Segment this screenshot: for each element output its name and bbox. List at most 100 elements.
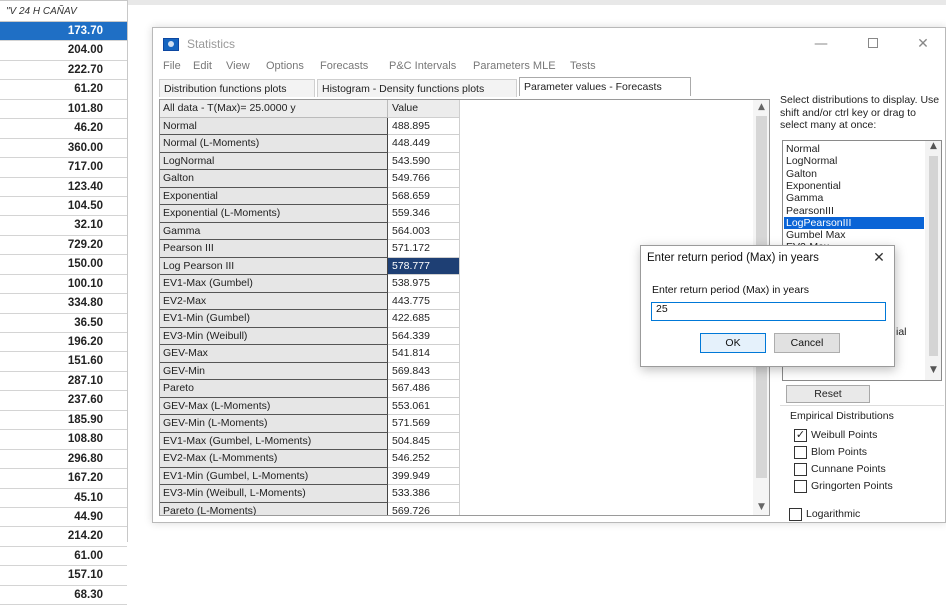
forecast-value-cell[interactable]: 448.449 — [388, 135, 460, 153]
sheet-cell[interactable]: 185.90 — [0, 411, 127, 431]
distribution-name-cell[interactable]: GEV-Min — [160, 362, 388, 380]
sheet-cell[interactable]: 222.70 — [0, 61, 127, 81]
forecast-value-cell[interactable]: 571.569 — [388, 415, 460, 433]
distribution-list-item[interactable]: Normal — [784, 143, 924, 155]
menu-file[interactable]: File — [163, 60, 181, 72]
table-row[interactable]: Normal (L-Moments) 448.449 — [160, 135, 464, 153]
table-row[interactable]: Pearson III 571.172 — [160, 240, 464, 258]
table-row[interactable]: EV2-Max (L-Momments) 546.252 — [160, 450, 464, 468]
tab-histogram-density[interactable]: Histogram - Density functions plots — [317, 79, 517, 97]
table-row[interactable]: EV1-Max (Gumbel) 538.975 — [160, 275, 464, 293]
return-period-input[interactable]: 25 — [651, 302, 886, 321]
menu-parameters-mle[interactable]: Parameters MLE — [473, 60, 556, 72]
distribution-name-cell[interactable]: Pearson III — [160, 240, 388, 258]
distribution-name-cell[interactable]: Exponential — [160, 187, 388, 205]
forecast-value-cell[interactable]: 571.172 — [388, 240, 460, 258]
list-scroll-up-icon[interactable]: ▲ — [925, 141, 941, 151]
forecast-value-cell[interactable]: 553.061 — [388, 397, 460, 415]
column-header[interactable]: "V 24 H CAÑAV — [0, 0, 127, 22]
table-row[interactable]: GEV-Min (L-Moments) 571.569 — [160, 415, 464, 433]
minimize-button[interactable]: — — [806, 34, 836, 54]
sheet-cell[interactable]: 173.70 — [0, 22, 127, 42]
menu-options[interactable]: Options — [266, 60, 304, 72]
forecast-value-cell[interactable]: 422.685 — [388, 310, 460, 328]
sheet-cell[interactable]: 44.90 — [0, 508, 127, 528]
distribution-name-cell[interactable]: Normal (L-Moments) — [160, 135, 388, 153]
list-scrollbar[interactable]: ▲ ▼ — [925, 141, 941, 380]
checkbox-box[interactable] — [794, 446, 807, 459]
distribution-list-item[interactable]: Gamma — [784, 192, 924, 204]
distribution-name-cell[interactable]: GEV-Min (L-Moments) — [160, 415, 388, 433]
tab-distribution-plots[interactable]: Distribution functions plots — [159, 79, 315, 97]
sheet-cell[interactable]: 46.20 — [0, 119, 127, 139]
table-row[interactable]: Pareto (L-Moments) 569.726 — [160, 502, 464, 515]
close-button[interactable]: ✕ — [908, 34, 938, 54]
forecast-value-cell[interactable]: 568.659 — [388, 187, 460, 205]
sheet-cell[interactable]: 32.10 — [0, 216, 127, 236]
forecast-value-cell[interactable]: 578.777 — [388, 257, 460, 275]
table-row[interactable]: LogNormal 543.590 — [160, 152, 464, 170]
table-row[interactable]: EV3-Min (Weibull, L-Moments) 533.386 — [160, 485, 464, 503]
sheet-cell[interactable]: 100.10 — [0, 275, 127, 295]
distribution-name-cell[interactable]: EV2-Max (L-Momments) — [160, 450, 388, 468]
distribution-name-cell[interactable]: GEV-Max (L-Moments) — [160, 397, 388, 415]
distribution-name-cell[interactable]: EV2-Max — [160, 292, 388, 310]
table-row[interactable]: Galton 549.766 — [160, 170, 464, 188]
sheet-cell[interactable]: 101.80 — [0, 100, 127, 120]
distribution-name-cell[interactable]: EV1-Max (Gumbel) — [160, 275, 388, 293]
sheet-cell[interactable]: 157.10 — [0, 566, 127, 586]
sheet-cell[interactable]: 151.60 — [0, 352, 127, 372]
sheet-cell[interactable]: 61.20 — [0, 80, 127, 100]
checkmark-icon[interactable]: ✓ — [794, 429, 807, 442]
checkbox-box[interactable] — [794, 480, 807, 493]
reset-button[interactable]: Reset — [786, 385, 870, 403]
sheet-cell[interactable]: 68.30 — [0, 586, 127, 605]
forecast-value-cell[interactable]: 533.386 — [388, 485, 460, 503]
distribution-name-cell[interactable]: EV3-Min (Weibull, L-Moments) — [160, 485, 388, 503]
tab-parameter-values[interactable]: Parameter values - Forecasts — [519, 77, 691, 96]
forecast-value-cell[interactable]: 443.775 — [388, 292, 460, 310]
sheet-cell[interactable]: 237.60 — [0, 391, 127, 411]
distribution-name-cell[interactable]: Exponential (L-Moments) — [160, 205, 388, 223]
forecast-value-cell[interactable]: 559.346 — [388, 205, 460, 223]
distribution-list-item[interactable]: Exponential — [784, 180, 924, 192]
checkbox-box[interactable] — [794, 463, 807, 476]
distribution-name-cell[interactable]: LogNormal — [160, 152, 388, 170]
distribution-list-item[interactable]: Gumbel Max — [784, 229, 924, 241]
forecast-value-cell[interactable]: 567.486 — [388, 380, 460, 398]
table-row[interactable]: Normal 488.895 — [160, 117, 464, 135]
header-name[interactable]: All data - T(Max)= 25.0000 y — [160, 100, 388, 118]
forecast-value-cell[interactable]: 546.252 — [388, 450, 460, 468]
sheet-cell[interactable]: 717.00 — [0, 158, 127, 178]
sheet-cell[interactable]: 45.10 — [0, 489, 127, 508]
table-row[interactable]: EV1-Min (Gumbel, L-Moments) 399.949 — [160, 467, 464, 485]
sheet-cell[interactable]: 104.50 — [0, 197, 127, 217]
sheet-cell[interactable]: 360.00 — [0, 139, 127, 159]
distribution-list-item[interactable]: LogPearsonIII — [784, 216, 924, 229]
table-row[interactable]: EV1-Max (Gumbel, L-Moments) 504.845 — [160, 432, 464, 450]
distribution-list-item[interactable]: Galton — [784, 168, 924, 180]
sheet-cell[interactable]: 61.00 — [0, 547, 127, 567]
sheet-cell[interactable]: 123.40 — [0, 178, 127, 197]
distribution-name-cell[interactable]: Pareto — [160, 380, 388, 398]
distribution-name-cell[interactable]: Gamma — [160, 222, 388, 240]
cancel-button[interactable]: Cancel — [774, 333, 840, 353]
table-row[interactable]: EV2-Max 443.775 — [160, 292, 464, 310]
scroll-up-icon[interactable]: ▲ — [753, 100, 769, 114]
sheet-cell[interactable]: 296.80 — [0, 450, 127, 470]
sheet-cell[interactable]: 287.10 — [0, 372, 127, 392]
sheet-cell[interactable]: 108.80 — [0, 430, 127, 450]
forecast-value-cell[interactable]: 564.003 — [388, 222, 460, 240]
maximize-button[interactable] — [858, 34, 888, 54]
scroll-down-icon[interactable]: ▼ — [753, 500, 769, 514]
forecast-value-cell[interactable]: 549.766 — [388, 170, 460, 188]
distribution-name-cell[interactable]: Log Pearson III — [160, 257, 388, 275]
menu-pc-intervals[interactable]: P&C Intervals — [389, 60, 456, 72]
forecast-value-cell[interactable]: 504.845 — [388, 432, 460, 450]
table-row[interactable]: GEV-Max 541.814 — [160, 345, 464, 363]
table-row[interactable]: GEV-Min 569.843 — [160, 362, 464, 380]
distribution-name-cell[interactable]: EV1-Min (Gumbel, L-Moments) — [160, 467, 388, 485]
distribution-name-cell[interactable]: Normal — [160, 117, 388, 135]
table-row[interactable]: Exponential (L-Moments) 559.346 — [160, 205, 464, 223]
sheet-cell[interactable]: 167.20 — [0, 469, 127, 489]
